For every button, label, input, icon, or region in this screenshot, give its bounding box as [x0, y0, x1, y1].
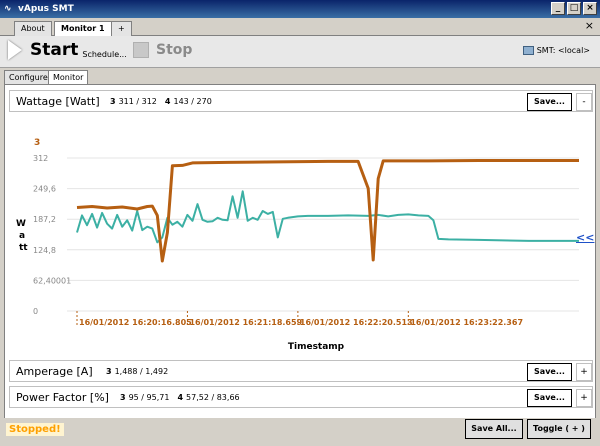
- wattage-chart: 312 249,6 187,2 124,8 62,40001 0 16/01/2012 1…: [16, 138, 579, 352]
- tab-monitor-1[interactable]: Monitor 1: [54, 21, 112, 37]
- amperage-title: Amperage [A]: [16, 365, 93, 378]
- reading-value: 57,52 / 83,66: [186, 393, 240, 402]
- maximize-button[interactable]: □: [567, 2, 581, 15]
- document-tab-strip: About Monitor 1 + ×: [0, 18, 600, 37]
- start-button[interactable]: Start Schedule...: [8, 40, 127, 60]
- wattage-title: Wattage [Watt]: [16, 95, 100, 108]
- power-factor-expand-button[interactable]: +: [576, 389, 592, 407]
- window-controls: _ □ ×: [551, 2, 597, 15]
- x-axis-label: Timestamp: [288, 342, 345, 352]
- y-tick-label: 249,6: [33, 185, 56, 194]
- legend-entry: 3: [34, 138, 40, 148]
- reading-id: 3: [106, 367, 112, 376]
- amperage-expand-button[interactable]: +: [576, 363, 592, 381]
- y-tick-label: 124,8: [33, 246, 56, 255]
- y-tick-label: 0: [33, 307, 38, 316]
- title-bar: ∿ vApus SMT _ □ ×: [0, 0, 600, 18]
- smt-indicator: SMT: <local>: [522, 46, 590, 55]
- reading-id: 3: [110, 97, 116, 106]
- x-tick-label: 16/01/2012 16:22:20.513: [300, 318, 413, 327]
- reading-value: 311 / 312: [118, 97, 157, 106]
- smt-label: SMT: <local>: [536, 46, 590, 55]
- monitor-panel: Wattage [Watt] 3 311 / 312 4 143 / 270 Save…: [4, 84, 596, 440]
- x-axis-ticks: 16/01/2012 16:20:16.80516/01/2012 16:21:…: [76, 311, 523, 327]
- reading-id: 3: [120, 393, 126, 402]
- minimize-button[interactable]: _: [551, 2, 565, 15]
- y-tick-label: 187,2: [33, 215, 56, 224]
- x-tick-label: 16/01/2012 16:23:22.367: [410, 318, 523, 327]
- toggle-all-button[interactable]: Toggle ( + ): [527, 419, 591, 439]
- power-factor-title: Power Factor [%]: [16, 391, 109, 404]
- reading-id: 4: [164, 97, 171, 106]
- bottom-bar: Stopped! Save All... Toggle ( + ): [0, 418, 600, 446]
- chart-series: [76, 159, 579, 263]
- start-label: Start: [30, 40, 79, 60]
- tab-monitor[interactable]: Monitor: [48, 70, 89, 84]
- close-tab-icon[interactable]: ×: [585, 19, 594, 32]
- close-button[interactable]: ×: [583, 2, 597, 15]
- x-tick-label: 16/01/2012 16:21:18.659: [189, 318, 302, 327]
- y-tick-label: 312: [33, 154, 48, 163]
- series-line-3: [76, 159, 579, 263]
- y-axis-label: Wa tt: [16, 219, 28, 253]
- new-tab-button[interactable]: +: [111, 21, 132, 36]
- y-axis-ticks: 312 249,6 187,2 124,8 62,40001 0: [33, 154, 71, 316]
- x-tick-label: 16/01/2012 16:20:16.805: [79, 318, 192, 327]
- reading-value: 143 / 270: [173, 97, 212, 106]
- collapse-legend-link[interactable]: <<: [576, 231, 594, 244]
- schedule-link[interactable]: Schedule...: [82, 50, 126, 59]
- tab-configure[interactable]: Configure: [4, 70, 53, 84]
- amperage-save-button[interactable]: Save...: [527, 363, 572, 381]
- wattage-readings: 3 311 / 312 4 143 / 270: [110, 97, 212, 106]
- stop-button[interactable]: Stop: [133, 42, 192, 58]
- computer-icon: [522, 46, 534, 55]
- power-factor-header: Power Factor [%] 3 95 / 95,71 4 57,52 / 83,…: [9, 386, 593, 408]
- amperage-readings: 3 1,488 / 1,492: [106, 367, 168, 376]
- amperage-header: Amperage [A] 3 1,488 / 1,492 Save... +: [9, 360, 593, 382]
- reading-value: 1,488 / 1,492: [114, 367, 169, 376]
- app-icon: ∿: [4, 4, 12, 14]
- tab-about[interactable]: About: [14, 21, 52, 36]
- wattage-collapse-button[interactable]: -: [576, 93, 592, 111]
- power-factor-save-button[interactable]: Save...: [527, 389, 572, 407]
- reading-id: 4: [177, 393, 184, 402]
- status-label: Stopped!: [6, 423, 64, 436]
- wattage-header: Wattage [Watt] 3 311 / 312 4 143 / 270 Save…: [9, 90, 593, 112]
- stop-label: Stop: [156, 42, 193, 58]
- stop-icon: [133, 42, 149, 58]
- y-tick-label: 62,40001: [33, 276, 71, 285]
- window-title: vApus SMT: [18, 4, 74, 14]
- series-line-4: [76, 190, 579, 244]
- power-factor-readings: 3 95 / 95,71 4 57,52 / 83,66: [120, 393, 240, 402]
- save-all-button[interactable]: Save All...: [465, 419, 523, 439]
- toolbar: Start Schedule... Stop SMT: <local>: [0, 36, 600, 68]
- play-icon: [8, 40, 22, 60]
- reading-value: 95 / 95,71: [128, 393, 170, 402]
- wattage-save-button[interactable]: Save...: [527, 93, 572, 111]
- chart-grid: [67, 157, 579, 312]
